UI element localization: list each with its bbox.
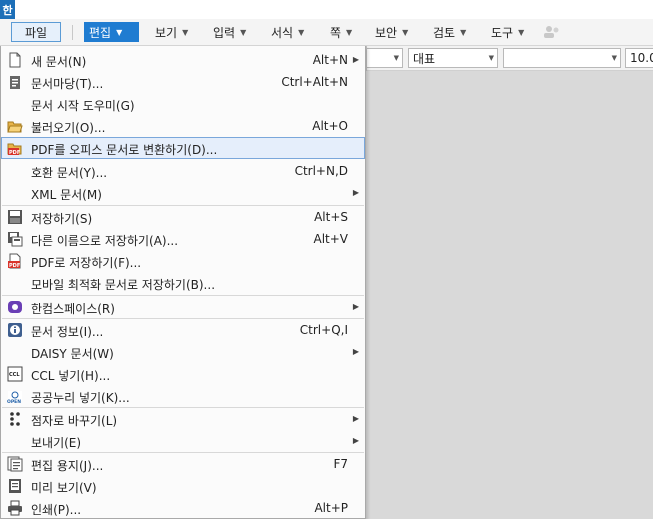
pdf-save-icon: PDF (8, 253, 21, 269)
kogl-icon: OPEN (7, 391, 22, 404)
template-icon (10, 76, 20, 89)
title-bar: 한 (0, 0, 653, 19)
menu-item-print[interactable]: 인쇄(P)... Alt+P (1, 497, 365, 519)
new-document-icon (9, 52, 21, 68)
menu-review[interactable]: 검토 ▼ (428, 22, 471, 42)
svg-text:OPEN: OPEN (7, 399, 21, 404)
menu-item-save-mobile[interactable]: 모바일 최적화 문서로 저장하기(B)... (1, 272, 365, 294)
menu-item-document-info[interactable]: 문서 정보(I)... Ctrl+Q,I (1, 319, 365, 341)
svg-text:PDF: PDF (9, 150, 20, 156)
style-select[interactable]: 대표 ▼ (408, 48, 498, 68)
menu-item-save[interactable]: 저장하기(S) Alt+S (1, 206, 365, 228)
ccl-icon: CCL (7, 366, 23, 382)
menu-item-braille[interactable]: 점자로 바꾸기(L) ▶ (1, 408, 365, 430)
font-select[interactable]: ▼ (503, 48, 621, 68)
chevron-down-icon: ▼ (518, 27, 525, 37)
page-setup-icon (7, 456, 23, 472)
submenu-arrow-icon: ▶ (352, 436, 359, 445)
menubar-separator (72, 25, 73, 40)
menu-tools[interactable]: 도구 ▼ (486, 22, 529, 42)
submenu-arrow-icon: ▶ (352, 414, 359, 423)
menu-item-save-pdf[interactable]: PDF PDF로 저장하기(F)... (1, 250, 365, 272)
preview-icon (9, 479, 21, 493)
chevron-down-icon: ▼ (116, 27, 123, 37)
file-menu-dropdown: 새 문서(N) Alt+N ▶ 문서마당(T)... Ctrl+Alt+N 문서… (0, 46, 366, 519)
chevron-down-icon: ▼ (611, 54, 617, 62)
menu-page[interactable]: 쪽 ▼ (325, 22, 357, 42)
menu-item-insert-kogl[interactable]: OPEN 공공누리 넣기(K)... (1, 385, 365, 407)
chevron-down-icon: ▼ (182, 27, 189, 37)
chevron-down-icon: ▼ (402, 27, 409, 37)
chevron-down-icon: ▼ (393, 54, 399, 62)
menu-security[interactable]: 보안 ▼ (370, 22, 413, 42)
save-icon (8, 210, 22, 224)
svg-text:PDF: PDF (9, 263, 20, 269)
submenu-arrow-icon: ▶ (352, 347, 359, 356)
print-icon (8, 500, 22, 516)
menu-item-save-as[interactable]: 다른 이름으로 저장하기(A)... Alt+V (1, 228, 365, 250)
menu-insert[interactable]: 입력 ▼ (208, 22, 251, 42)
menu-item-start-wizard[interactable]: 문서 시작 도우미(G) (1, 93, 365, 115)
menu-item-send[interactable]: 보내기(E) ▶ (1, 430, 365, 452)
menu-item-templates[interactable]: 문서마당(T)... Ctrl+Alt+N (1, 71, 365, 93)
chevron-down-icon: ▼ (240, 27, 247, 37)
menu-edit[interactable]: 편집 ▼ (84, 22, 139, 42)
hancom-space-icon (8, 301, 22, 313)
menu-item-new-document[interactable]: 새 문서(N) Alt+N ▶ (1, 49, 365, 71)
menu-item-hancom-space[interactable]: 한컴스페이스(R) ▶ (1, 296, 365, 318)
menu-item-daisy-document[interactable]: DAISY 문서(W) ▶ (1, 341, 365, 363)
menu-view[interactable]: 보기 ▼ (150, 22, 193, 42)
submenu-arrow-icon: ▶ (352, 188, 359, 197)
menu-file[interactable]: 파일 (11, 22, 61, 42)
menu-item-insert-ccl[interactable]: CCL CCL 넣기(H)... (1, 363, 365, 385)
chevron-down-icon: ▼ (460, 27, 467, 37)
menubar: 파일 편집 ▼ 보기 ▼ 입력 ▼ 서식 ▼ 쪽 ▼ 보안 ▼ 검토 ▼ 도구 ▼ (0, 19, 653, 46)
menu-item-open[interactable]: 불러오기(O)... Alt+O (1, 115, 365, 137)
chevron-down-icon: ▼ (298, 27, 305, 37)
submenu-arrow-icon: ▶ (352, 55, 359, 64)
info-icon (8, 323, 22, 337)
svg-text:CCL: CCL (9, 372, 20, 378)
submenu-arrow-icon: ▶ (352, 302, 359, 311)
menu-format[interactable]: 서식 ▼ (266, 22, 309, 42)
font-size-select[interactable]: 10.0 (625, 48, 653, 68)
document-canvas[interactable] (366, 71, 653, 519)
account-icon[interactable] (542, 24, 560, 38)
folder-open-icon (7, 121, 23, 133)
chevron-down-icon: ▼ (346, 27, 353, 37)
chevron-down-icon: ▼ (488, 54, 494, 62)
pdf-convert-icon: PDF (7, 143, 22, 156)
menu-item-page-setup[interactable]: 편집 용지(J)... F7 (1, 453, 365, 475)
braille-icon (10, 412, 20, 426)
menu-item-pdf-convert[interactable]: PDF PDF를 오피스 문서로 변환하기(D)... (1, 137, 365, 159)
menu-item-preview[interactable]: 미리 보기(V) (1, 475, 365, 497)
menu-item-xml-document[interactable]: XML 문서(M) ▶ (1, 182, 365, 204)
app-logo[interactable]: 한 (0, 0, 15, 19)
save-as-icon (8, 232, 23, 247)
menu-item-compatible-document[interactable]: 호환 문서(Y)... Ctrl+N,D (1, 160, 365, 182)
